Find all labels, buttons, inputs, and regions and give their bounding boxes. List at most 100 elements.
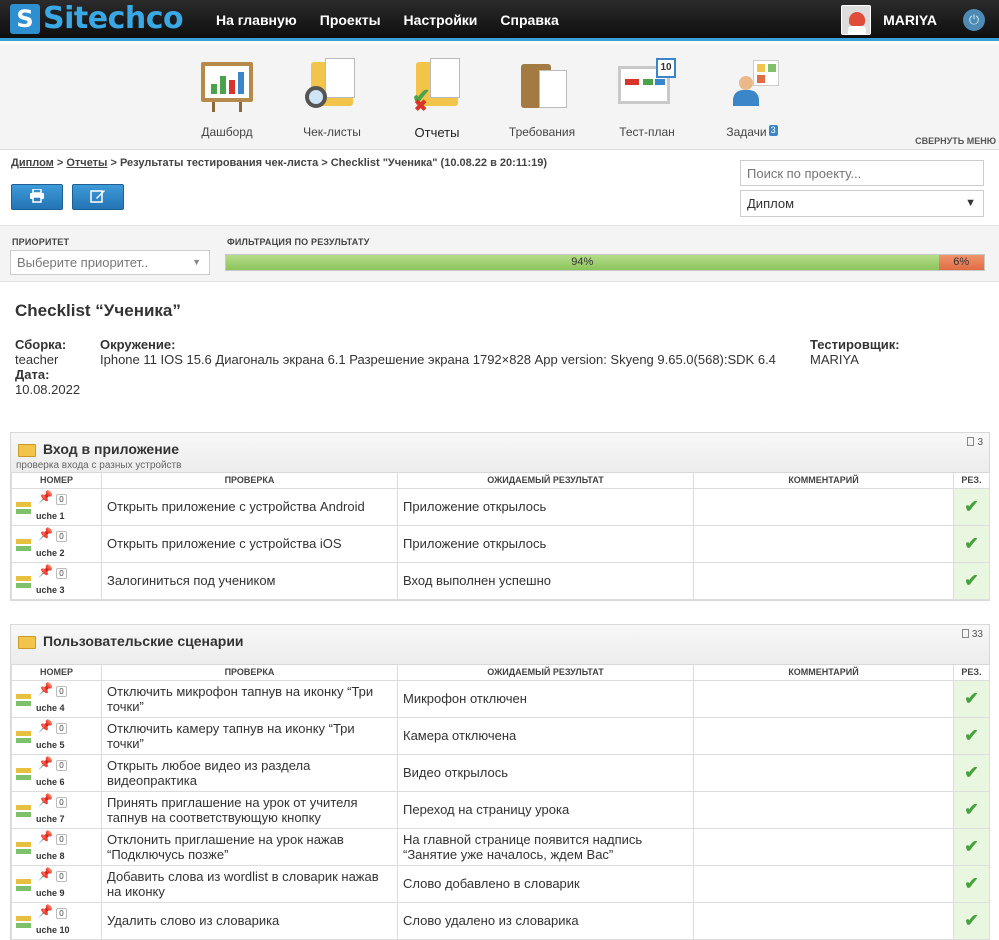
check-id[interactable]: uche 8 bbox=[36, 849, 65, 864]
print-button[interactable] bbox=[11, 184, 63, 210]
pin-icon[interactable]: 📌 bbox=[38, 682, 53, 697]
logo[interactable]: S Sitechco bbox=[10, 4, 184, 34]
nav-settings[interactable]: Настройки bbox=[404, 12, 478, 28]
comment-cell[interactable] bbox=[693, 753, 954, 792]
pin-icon[interactable]: 📌 bbox=[38, 867, 53, 882]
check-id[interactable]: uche 7 bbox=[36, 812, 65, 827]
collapse-menu-button[interactable]: СВЕРНУТЬ МЕНЮ bbox=[915, 136, 996, 146]
check-id[interactable]: uche 9 bbox=[36, 886, 65, 901]
status-swatch bbox=[16, 849, 31, 854]
comment-cell[interactable] bbox=[693, 864, 954, 903]
table-row[interactable]: 📌 0 uche 8 Отклонить приглашение на урок на… bbox=[11, 827, 990, 866]
result-check-icon[interactable]: ✔ bbox=[953, 524, 990, 563]
chevron-down-icon: ▼ bbox=[965, 197, 976, 209]
result-check-icon[interactable]: ✔ bbox=[953, 827, 990, 866]
section-header[interactable]: Пользовательские сценарии 33 bbox=[11, 625, 989, 665]
comment-cell[interactable] bbox=[693, 827, 954, 866]
module-checklists[interactable]: Чек-листы bbox=[292, 56, 372, 139]
expected-cell: На главной странице появится надпись “За… bbox=[397, 827, 694, 866]
module-testplan[interactable]: 10 Тест-план bbox=[607, 56, 687, 139]
row-number-cell: 📌 0 uche 1 bbox=[11, 487, 102, 526]
table-row[interactable]: 📌 0 uche 5 Отключить камеру тапнув на иконк… bbox=[11, 716, 990, 755]
avatar[interactable] bbox=[841, 5, 872, 35]
date-label: Дата: bbox=[15, 367, 50, 382]
breadcrumb-reports-link[interactable]: Отчеты bbox=[66, 157, 107, 169]
priority-select[interactable]: Выберите приоритет.. ▼ bbox=[10, 250, 210, 275]
table-row[interactable]: 📌 0 uche 1 Открыть приложение с устройства … bbox=[11, 487, 990, 526]
pin-icon[interactable]: 📌 bbox=[38, 490, 53, 505]
project-select[interactable]: Диплом ▼ bbox=[740, 190, 984, 217]
comment-cell[interactable] bbox=[693, 790, 954, 829]
module-label: Требования bbox=[508, 125, 576, 139]
pin-icon[interactable]: 📌 bbox=[38, 527, 53, 542]
check-id[interactable]: uche 3 bbox=[36, 583, 65, 598]
project-search-input[interactable] bbox=[740, 160, 984, 186]
table-row[interactable]: 📌 0 uche 10 Удалить слово из словарика Слово… bbox=[11, 901, 990, 940]
column-header-comment[interactable]: КОММЕНТАРИЙ bbox=[693, 665, 954, 681]
table-row[interactable]: 📌 0 uche 6 Открыть любое видео из раздела в… bbox=[11, 753, 990, 792]
result-check-icon[interactable]: ✔ bbox=[953, 487, 990, 526]
table-row[interactable]: 📌 0 uche 4 Отключить микрофон тапнув на ико… bbox=[11, 679, 990, 718]
column-header-check[interactable]: ПРОВЕРКА bbox=[101, 665, 398, 681]
edit-button[interactable] bbox=[72, 184, 124, 210]
pin-icon[interactable]: 📌 bbox=[38, 564, 53, 579]
column-header-expected[interactable]: ОЖИДАЕМЫЙ РЕЗУЛЬТАТ bbox=[397, 665, 694, 681]
status-swatch bbox=[16, 886, 31, 891]
breadcrumb-project-link[interactable]: Диплом bbox=[11, 157, 54, 169]
column-header-comment[interactable]: КОММЕНТАРИЙ bbox=[693, 473, 954, 489]
result-check-icon[interactable]: ✔ bbox=[953, 864, 990, 903]
result-check-icon[interactable]: ✔ bbox=[953, 561, 990, 600]
result-check-icon[interactable]: ✔ bbox=[953, 679, 990, 718]
comment-cell[interactable] bbox=[693, 901, 954, 940]
table-row[interactable]: 📌 0 uche 7 Принять приглашение на урок от у… bbox=[11, 790, 990, 829]
column-header-result[interactable]: РЕЗ. bbox=[953, 665, 990, 681]
result-check-icon[interactable]: ✔ bbox=[953, 753, 990, 792]
priority-swatch bbox=[16, 539, 31, 544]
table-row[interactable]: 📌 0 uche 3 Залогиниться под учеником Вход вы… bbox=[11, 561, 990, 600]
pin-icon[interactable]: 📌 bbox=[38, 904, 53, 919]
logout-power-icon[interactable]: ⏻ bbox=[963, 9, 985, 31]
nav-help[interactable]: Справка bbox=[500, 12, 558, 28]
check-id[interactable]: uche 4 bbox=[36, 701, 65, 716]
passed-filter-segment[interactable]: 94% bbox=[226, 255, 939, 270]
priority-swatch bbox=[16, 842, 31, 847]
priority-swatch bbox=[16, 731, 31, 736]
pin-icon[interactable]: 📌 bbox=[38, 793, 53, 808]
module-dashboard[interactable]: Дашборд bbox=[187, 56, 267, 139]
table-row[interactable]: 📌 0 uche 2 Открыть приложение с устройства … bbox=[11, 524, 990, 563]
comment-cell[interactable] bbox=[693, 524, 954, 563]
pin-icon[interactable]: 📌 bbox=[38, 756, 53, 771]
expected-cell: Микрофон отключен bbox=[397, 679, 694, 718]
comment-cell[interactable] bbox=[693, 487, 954, 526]
nav-projects[interactable]: Проекты bbox=[320, 12, 381, 28]
column-header-num[interactable]: НОМЕР bbox=[11, 665, 102, 681]
module-tasks[interactable]: Задачи 3 bbox=[712, 56, 792, 139]
result-check-icon[interactable]: ✔ bbox=[953, 790, 990, 829]
result-check-icon[interactable]: ✔ bbox=[953, 901, 990, 940]
check-id[interactable]: uche 1 bbox=[36, 509, 65, 524]
username[interactable]: MARIYA bbox=[883, 12, 937, 28]
build-info: Сборка: teacher Дата: 10.08.2022 bbox=[15, 337, 80, 397]
section-header[interactable]: Вход в приложение проверка входа с разных… bbox=[11, 433, 989, 473]
status-swatch bbox=[16, 812, 31, 817]
check-id[interactable]: uche 10 bbox=[36, 923, 70, 938]
comment-cell[interactable] bbox=[693, 679, 954, 718]
nav-home[interactable]: На главную bbox=[216, 12, 297, 28]
module-reports[interactable]: ✔ ✖ Отчеты bbox=[397, 56, 477, 140]
column-header-check[interactable]: ПРОВЕРКА bbox=[101, 473, 398, 489]
column-header-expected[interactable]: ОЖИДАЕМЫЙ РЕЗУЛЬТАТ bbox=[397, 473, 694, 489]
comment-cell[interactable] bbox=[693, 561, 954, 600]
check-id[interactable]: uche 2 bbox=[36, 546, 65, 561]
column-header-num[interactable]: НОМЕР bbox=[11, 473, 102, 489]
failed-filter-segment[interactable]: 6% bbox=[938, 255, 984, 270]
table-row[interactable]: 📌 0 uche 9 Добавить слова из wordlist в сло… bbox=[11, 864, 990, 903]
pin-icon[interactable]: 📌 bbox=[38, 830, 53, 845]
check-id[interactable]: uche 5 bbox=[36, 738, 65, 753]
build-label: Сборка: bbox=[15, 337, 67, 352]
result-check-icon[interactable]: ✔ bbox=[953, 716, 990, 755]
column-header-result[interactable]: РЕЗ. bbox=[953, 473, 990, 489]
module-requirements[interactable]: Требования bbox=[502, 56, 582, 139]
comment-cell[interactable] bbox=[693, 716, 954, 755]
pin-icon[interactable]: 📌 bbox=[38, 719, 53, 734]
check-id[interactable]: uche 6 bbox=[36, 775, 65, 790]
